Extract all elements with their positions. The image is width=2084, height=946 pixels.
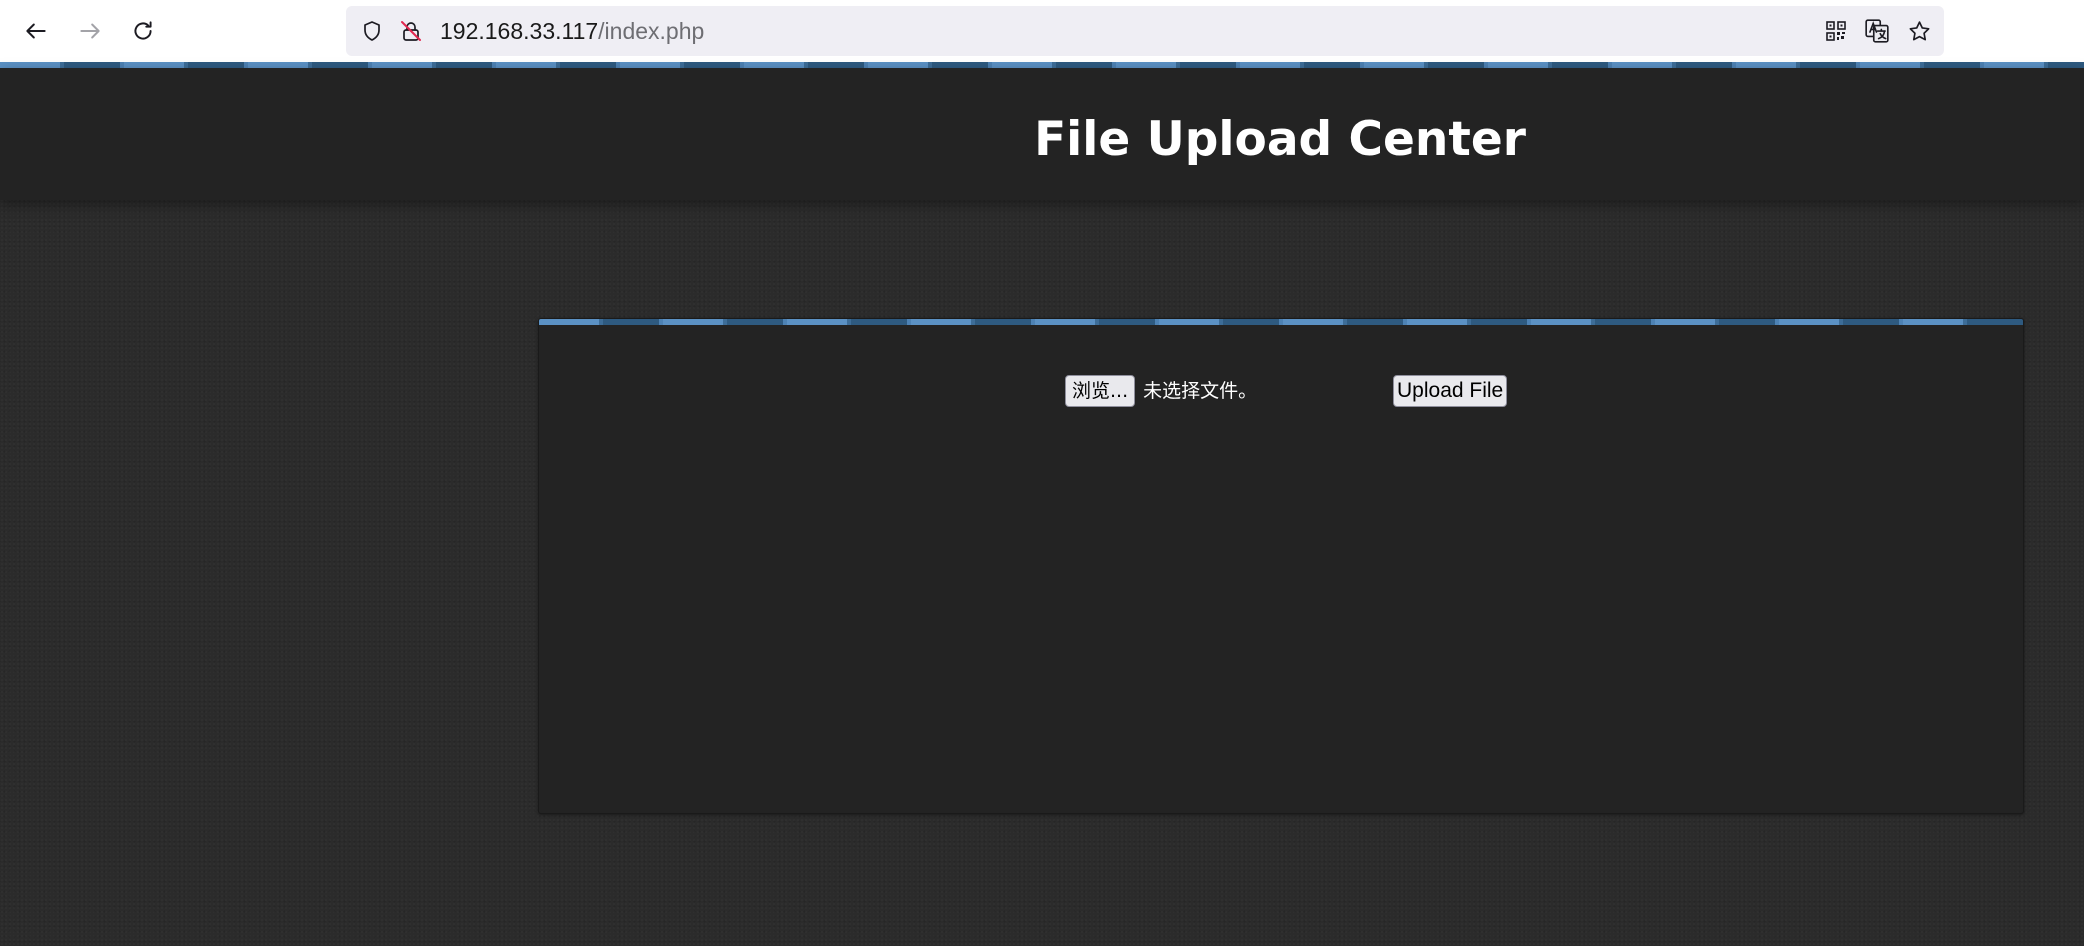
forward-arrow-icon <box>80 23 100 39</box>
panel-accent-stripe <box>539 319 2023 325</box>
url-host: 192.168.33.117 <box>440 18 599 44</box>
back-arrow-icon <box>26 23 46 39</box>
file-status-text: 未选择文件。 <box>1143 380 1258 402</box>
translate-icon[interactable] <box>1862 16 1892 46</box>
insecure-lock-icon[interactable] <box>398 18 424 44</box>
browse-button[interactable]: 浏览... <box>1065 375 1136 407</box>
qr-code-icon[interactable] <box>1821 16 1851 46</box>
address-bar[interactable]: 192.168.33.117/index.php <box>346 6 1944 56</box>
upload-file-button[interactable]: Upload File <box>1393 375 1508 407</box>
reload-button[interactable] <box>124 12 162 50</box>
upload-panel: 浏览... 未选择文件。 Upload File <box>538 318 2024 814</box>
reload-icon <box>134 21 152 40</box>
forward-button[interactable] <box>71 12 109 50</box>
url-text[interactable]: 192.168.33.117/index.php <box>440 18 704 44</box>
file-input[interactable]: 浏览... 未选择文件。 <box>1065 375 1257 407</box>
browser-toolbar: 192.168.33.117/index.php <box>0 0 2084 62</box>
star-icon[interactable] <box>1904 16 1934 46</box>
page-body: File Upload Center 浏览... 未选择文件。 Upload F… <box>0 62 2084 946</box>
url-path: /index.php <box>598 18 705 44</box>
page-title: File Upload Center <box>1034 112 1526 167</box>
back-button[interactable] <box>17 12 55 50</box>
shield-icon[interactable] <box>359 18 385 44</box>
page-header: File Upload Center <box>0 68 2084 200</box>
